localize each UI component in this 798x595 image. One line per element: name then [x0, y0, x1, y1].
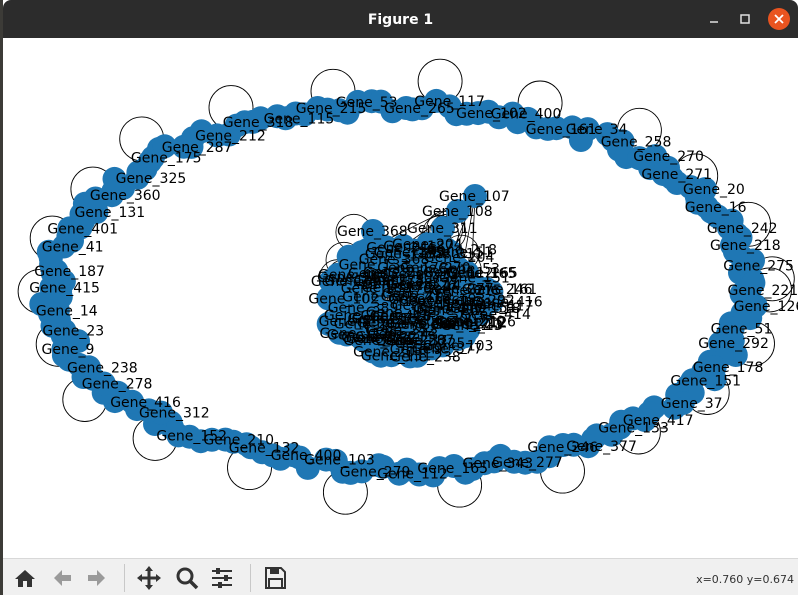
- node-label: Gene_23: [42, 324, 104, 340]
- node-label: Gene_400: [491, 107, 562, 123]
- node-label: Gene_221: [728, 283, 798, 299]
- node-label: Gene_242: [707, 221, 778, 237]
- save-icon: [265, 567, 286, 589]
- maximize-icon: [740, 14, 750, 24]
- toolbar-separator: [250, 564, 251, 592]
- save-button[interactable]: [261, 564, 289, 592]
- node-label: Gene_41: [42, 240, 104, 256]
- pan-button[interactable]: [135, 564, 163, 592]
- close-button[interactable]: [768, 8, 790, 30]
- cursor-coordinates: x=0.760 y=0.674: [696, 573, 794, 586]
- node-label: Gene_258: [601, 134, 672, 150]
- navigation-toolbar: x=0.760 y=0.674: [3, 558, 798, 595]
- node-label: Gene_275: [723, 259, 794, 275]
- node-label-cluster: Gene_343: [317, 270, 388, 286]
- node-label: Gene_401: [47, 221, 118, 237]
- zoom-icon: [176, 567, 199, 590]
- node-label: Gene_14: [36, 303, 98, 319]
- node-label: Gene_360: [90, 188, 161, 204]
- node-label-cluster: Gene_112: [320, 326, 391, 342]
- node-label: Gene_107: [439, 189, 510, 205]
- node-label: Gene_37: [661, 396, 723, 412]
- toolbar-separator: [124, 564, 125, 592]
- home-button[interactable]: [11, 564, 39, 592]
- node-label: Gene_368: [337, 224, 408, 240]
- forward-icon: [88, 570, 105, 586]
- node-label: Gene_187: [34, 264, 105, 280]
- network-graph: Gene_221Gene_126Gene_51Gene_292Gene_178G…: [17, 58, 798, 515]
- node-label: Gene_271: [641, 167, 712, 183]
- pan-icon: [137, 566, 161, 590]
- configure-subplots-icon: [212, 568, 232, 588]
- node-label-cluster: Gene_377: [412, 341, 483, 357]
- minimize-icon: [710, 21, 718, 23]
- node-label: Gene_133: [598, 421, 669, 437]
- node-label-cluster: Gene_417: [413, 301, 484, 317]
- node-label: Gene_126: [734, 299, 798, 315]
- back-button[interactable]: [48, 564, 76, 592]
- forward-button[interactable]: [83, 564, 111, 592]
- node-label: Gene_218: [710, 238, 781, 254]
- node-label: Gene_131: [75, 205, 146, 221]
- plot-canvas[interactable]: Gene_221 Gene_126 Gene_51 Gene_292 Gene_178 G…: [3, 38, 798, 558]
- node-label-cluster: Gene_165: [447, 266, 518, 282]
- node-label: Gene_108: [422, 204, 493, 220]
- window-title: Figure 1: [367, 12, 434, 28]
- node-label: Gene_152: [156, 428, 227, 444]
- maximize-button[interactable]: [735, 10, 755, 30]
- home-icon: [15, 570, 35, 587]
- node-label: Gene_16: [685, 200, 747, 216]
- node-label: Gene_246: [527, 440, 598, 456]
- node-label: Gene_270: [633, 149, 704, 165]
- node-label: Gene_415: [29, 280, 100, 296]
- back-icon: [54, 570, 71, 586]
- node-label: Gene_325: [116, 171, 187, 187]
- close-icon: [774, 14, 784, 24]
- node-label: Gene_311: [407, 221, 478, 237]
- node-label: Gene_278: [82, 377, 153, 393]
- node-label: Gene_9: [42, 342, 95, 358]
- node-label: Gene_238: [67, 360, 138, 376]
- configure-subplots-button[interactable]: [208, 564, 236, 592]
- node-label: Gene_151: [670, 373, 741, 389]
- node-label: Gene_416: [110, 395, 181, 411]
- node-label: Gene_20: [683, 182, 745, 198]
- figure-window: Figure 1 Gene_221 Gene_126 Gene_51 Gene_292…: [3, 0, 798, 595]
- node-label: Gene_292: [698, 336, 769, 352]
- minimize-button[interactable]: [704, 8, 724, 28]
- title-bar[interactable]: Figure 1: [3, 0, 798, 38]
- zoom-button[interactable]: [173, 564, 201, 592]
